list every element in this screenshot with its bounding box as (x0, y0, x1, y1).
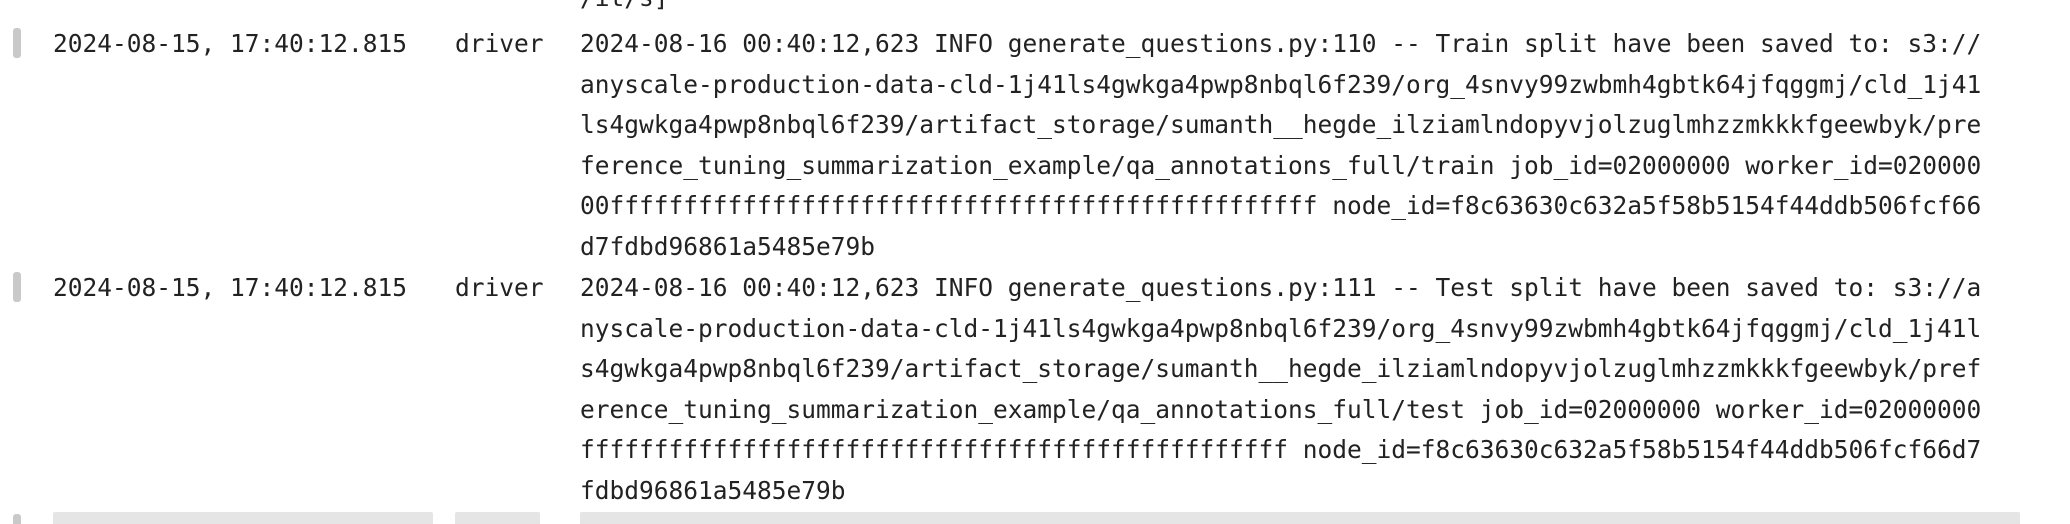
log-timestamp: 2024-08-15, 17:40:12.815 (53, 29, 408, 58)
log-message-line: anyscale-production-data-cld-1j41ls4gwkg… (580, 69, 1982, 99)
log-message: 2024-08-16 00:40:12,623 INFO generate_qu… (580, 268, 2040, 511)
log-viewer[interactable]: /it/s] 2024-08-15, 17:40:12.815 driver 2… (0, 0, 2070, 524)
log-source: driver (455, 273, 544, 302)
log-message-line: 2024-08-16 00:40:12,623 INFO generate_qu… (580, 273, 1982, 302)
log-source: driver (455, 29, 544, 58)
log-message-line: 00ffffffffffffffffffffffffffffffffffffff… (580, 191, 1982, 220)
log-entry-handle[interactable] (13, 272, 21, 302)
log-message-line: nyscale-production-data-cld-1j41ls4gwkga… (580, 313, 1982, 343)
log-source-cutoff (455, 512, 540, 524)
log-message-cutoff (580, 512, 2020, 524)
log-entry-partial[interactable] (0, 506, 2070, 524)
log-message-line: erence_tuning_summarization_example/qa_a… (580, 394, 1982, 424)
log-entry-handle[interactable] (13, 28, 21, 58)
log-message-line: fdbd96861a5485e79b (580, 475, 846, 505)
log-message: 2024-08-16 00:40:12,623 INFO generate_qu… (580, 24, 2040, 267)
log-timestamp: 2024-08-15, 17:40:12.815 (53, 273, 408, 302)
log-line-partial: /it/s] (580, 0, 669, 19)
log-message-line: d7fdbd96861a5485e79b (580, 231, 876, 261)
log-message-line: 2024-08-16 00:40:12,623 INFO generate_qu… (580, 29, 1982, 58)
log-timestamp-cutoff (53, 512, 433, 524)
log-message-line: ffffffffffffffffffffffffffffffffffffffff… (580, 435, 1982, 464)
log-message-line: ls4gwkga4pwp8nbql6f239/artifact_storage/… (580, 110, 1982, 139)
log-message-line: ference_tuning_summarization_example/qa_… (580, 150, 1982, 180)
log-entry-handle[interactable] (13, 514, 21, 524)
log-message-line: s4gwkga4pwp8nbql6f239/artifact_storage/s… (580, 354, 1982, 383)
